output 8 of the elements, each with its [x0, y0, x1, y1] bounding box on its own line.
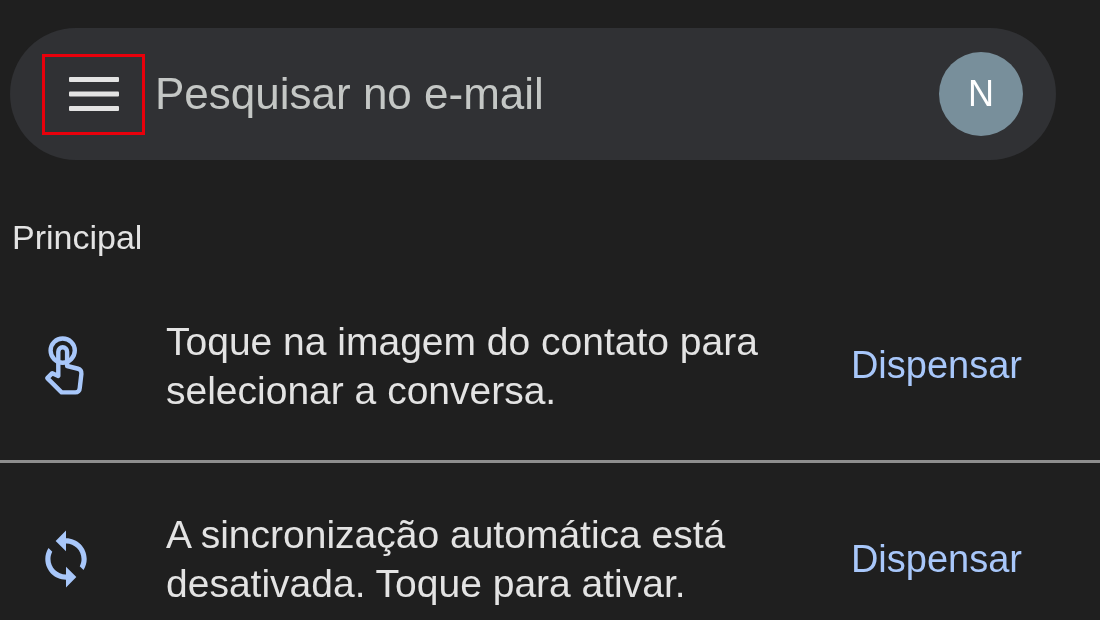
sync-icon — [44, 529, 88, 589]
tip-text: Toque na imagem do contato para selecionar a conversa. — [166, 318, 759, 414]
menu-icon — [68, 77, 119, 111]
dismiss-button[interactable]: Dispensar — [840, 338, 1032, 393]
dismiss-button[interactable]: Dispensar — [840, 531, 1032, 587]
tip-text: A sincronização automática está desativada. Toque para ativar. — [166, 512, 727, 607]
menu-button[interactable] — [42, 53, 145, 135]
section-label: Principal — [12, 218, 143, 257]
